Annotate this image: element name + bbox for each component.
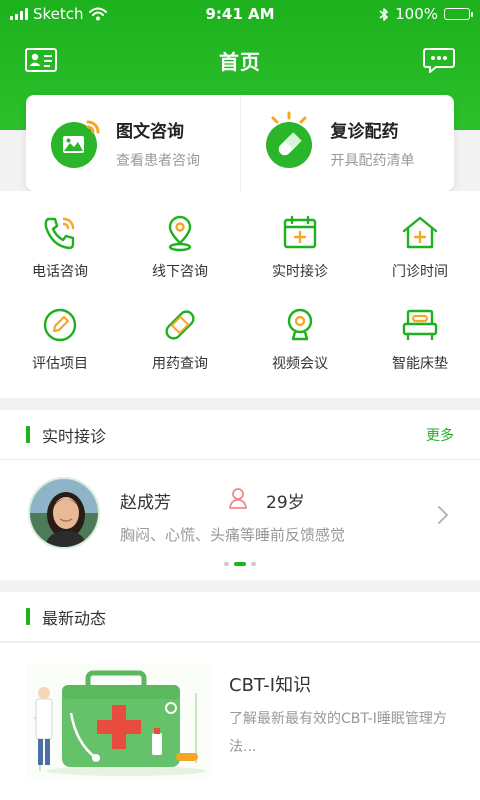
carrier-label: Sketch bbox=[33, 5, 84, 23]
grid-item-label: 实时接诊 bbox=[272, 264, 328, 280]
wifi-icon bbox=[88, 7, 107, 21]
section-accent-bar bbox=[26, 426, 30, 443]
grid-item-smart-mattress[interactable]: 智能床垫 bbox=[360, 305, 480, 397]
grid-item-video-meeting[interactable]: 视频会议 bbox=[240, 305, 360, 397]
location-pin-icon bbox=[168, 215, 192, 252]
female-user-icon bbox=[229, 488, 247, 509]
battery-percent: 100% bbox=[395, 5, 438, 23]
status-bar: Sketch 9:41 AM 100% bbox=[0, 0, 480, 28]
carousel-dot[interactable] bbox=[251, 562, 256, 566]
medical-kit-illustration bbox=[26, 663, 212, 778]
grid-item-label: 线下咨询 bbox=[152, 264, 208, 280]
bandage-icon bbox=[165, 310, 195, 340]
patient-symptom: 胸闷、心慌、头痛等睡前反馈感觉 bbox=[120, 526, 346, 544]
pill-icon bbox=[265, 111, 312, 168]
clock: 9:41 AM bbox=[205, 5, 275, 23]
card-subtitle: 开具配药清单 bbox=[330, 152, 415, 169]
grid-item-label: 视频会议 bbox=[272, 356, 328, 372]
card-title: 图文咨询 bbox=[116, 121, 184, 142]
carousel-dots bbox=[0, 562, 480, 566]
carousel-dot-active[interactable] bbox=[234, 562, 246, 566]
function-grid: 电话咨询 线下咨询 实时接诊 门诊时间 评估项目 用药查询 视频会议 智能床垫 bbox=[0, 213, 480, 397]
grid-item-label: 评估项目 bbox=[32, 356, 88, 372]
news-section-header: 最新动态 bbox=[0, 592, 480, 642]
patient-card[interactable]: 赵成芳 29岁 胸闷、心慌、头痛等睡前反馈感觉 bbox=[0, 460, 480, 580]
id-card-icon[interactable] bbox=[24, 46, 58, 74]
grid-item-offline-consult[interactable]: 线下咨询 bbox=[120, 213, 240, 305]
grid-item-label: 智能床垫 bbox=[392, 356, 448, 372]
grid-item-phone-consult[interactable]: 电话咨询 bbox=[0, 213, 120, 305]
chevron-right-icon bbox=[438, 506, 448, 524]
card-title: 复诊配药 bbox=[330, 121, 399, 142]
section-accent-bar bbox=[26, 608, 30, 625]
bed-icon bbox=[402, 309, 438, 341]
signal-icon bbox=[10, 8, 28, 20]
section-title: 最新动态 bbox=[42, 608, 107, 628]
grid-item-label: 电话咨询 bbox=[32, 264, 88, 280]
more-link[interactable]: 更多 bbox=[426, 425, 454, 445]
message-icon[interactable] bbox=[422, 46, 456, 74]
clinic-house-icon bbox=[402, 216, 438, 249]
nav-bar: 首页 bbox=[0, 36, 480, 84]
card-refill[interactable]: 复诊配药 开具配药清单 bbox=[239, 95, 455, 191]
card-image-consult[interactable]: 图文咨询 查看患者咨询 bbox=[26, 95, 240, 191]
page-title: 首页 bbox=[219, 49, 261, 74]
patient-name: 赵成芳 bbox=[120, 493, 171, 513]
feature-cards: 图文咨询 查看患者咨询 复诊配药 开具配药清单 bbox=[26, 95, 454, 191]
webcam-icon bbox=[287, 308, 313, 341]
grid-item-drug-search[interactable]: 用药查询 bbox=[120, 305, 240, 397]
calendar-plus-icon bbox=[283, 215, 317, 249]
grid-item-label: 门诊时间 bbox=[392, 264, 448, 280]
section-title: 实时接诊 bbox=[42, 426, 107, 446]
grid-item-assessment[interactable]: 评估项目 bbox=[0, 305, 120, 397]
image-consult-icon bbox=[51, 120, 100, 168]
phone-icon bbox=[44, 217, 75, 250]
news-description: 了解最新最有效的CBT-I睡眠管理方法... bbox=[229, 711, 447, 755]
realtime-section-header: 实时接诊 更多 bbox=[0, 410, 480, 460]
news-item[interactable]: CBT-I知识 了解最新最有效的CBT-I睡眠管理方法... bbox=[0, 643, 480, 800]
grid-item-clinic-hours[interactable]: 门诊时间 bbox=[360, 213, 480, 305]
battery-icon bbox=[444, 8, 473, 20]
news-title: CBT-I知识 bbox=[229, 675, 312, 696]
bluetooth-icon bbox=[379, 7, 388, 21]
avatar bbox=[28, 477, 100, 549]
grid-item-realtime-visit[interactable]: 实时接诊 bbox=[240, 213, 360, 305]
card-subtitle: 查看患者咨询 bbox=[116, 152, 200, 169]
function-grid-panel: 电话咨询 线下咨询 实时接诊 门诊时间 评估项目 用药查询 视频会议 智能床垫 bbox=[0, 191, 480, 398]
grid-item-label: 用药查询 bbox=[152, 356, 208, 372]
carousel-dot[interactable] bbox=[224, 562, 229, 566]
pencil-circle-icon bbox=[43, 308, 77, 342]
patient-age: 29岁 bbox=[266, 493, 305, 513]
